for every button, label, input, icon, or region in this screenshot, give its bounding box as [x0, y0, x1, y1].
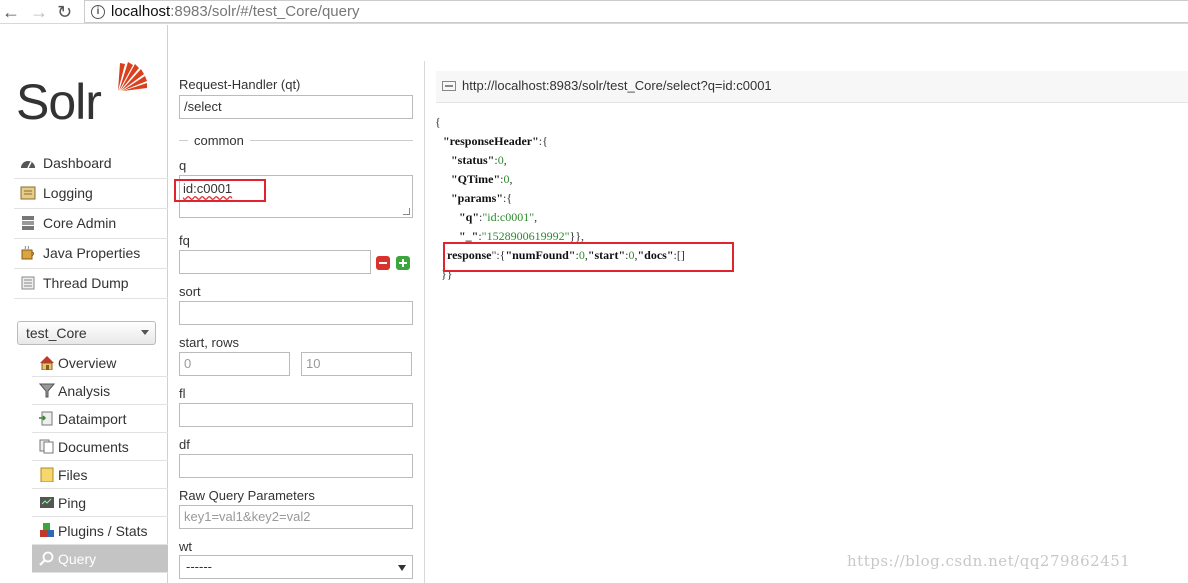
core-item-label: Plugins / Stats: [58, 523, 148, 539]
common-legend: common: [188, 133, 250, 148]
chevron-down-icon: [141, 330, 149, 335]
core-item-label: Dataimport: [58, 411, 127, 427]
dashboard-icon: [21, 161, 35, 169]
sidebar-item-label: Dashboard: [43, 155, 112, 171]
request-url-link[interactable]: http://localhost:8983/solr/test_Core/sel…: [462, 78, 772, 93]
reload-icon[interactable]: ↻: [57, 2, 72, 22]
handler-input[interactable]: /select: [179, 95, 413, 119]
documents-icon: [39, 439, 54, 454]
sidebar-item-java-properties[interactable]: Java Properties: [14, 239, 168, 269]
forward-arrow-icon[interactable]: →: [30, 2, 48, 22]
request-url-bar: http://localhost:8983/solr/test_Core/sel…: [436, 71, 1188, 103]
fq-label: fq: [179, 233, 190, 248]
main-menu: Dashboard Logging Core Admin Java Proper…: [14, 149, 168, 299]
sidebar-item-thread-dump[interactable]: Thread Dump: [14, 269, 168, 299]
core-item-label: Overview: [58, 355, 117, 371]
highlight-box-response: [443, 242, 734, 272]
start-rows-label: start, rows: [179, 335, 239, 350]
analysis-icon: [39, 383, 55, 398]
highlight-box-q: [174, 179, 266, 202]
json-line: "q":"id:c0001",: [459, 210, 538, 224]
q-label: q: [179, 158, 187, 173]
plugins-icon: [40, 523, 54, 537]
address-bar[interactable]: i localhost:8983/solr/#/test_Core/query: [84, 0, 1188, 23]
results-panel: http://localhost:8983/solr/test_Core/sel…: [426, 61, 1188, 583]
url-icon: [442, 81, 456, 91]
query-icon: [39, 551, 54, 566]
sort-label: sort: [179, 284, 201, 299]
address-url[interactable]: localhost:8983/solr/#/test_Core/query: [111, 3, 359, 20]
info-icon[interactable]: i: [91, 5, 105, 19]
logging-icon: [20, 186, 36, 200]
watermark: https://blog.csdn.net/qq279862451: [847, 552, 1131, 570]
json-line: "params":{: [451, 191, 513, 205]
thread-dump-icon: [21, 276, 35, 290]
raw-params-input[interactable]: key1=val1&key2=val2: [179, 505, 413, 529]
sidebar-item-label: Java Properties: [43, 245, 141, 261]
solr-logo[interactable]: Solr: [16, 59, 148, 130]
core-item-ping[interactable]: Ping: [32, 489, 168, 517]
browser-toolbar: ← → ↻ i localhost:8983/solr/#/test_Core/…: [0, 0, 1188, 24]
resize-handle-icon[interactable]: [403, 208, 410, 215]
core-selector-value: test_Core: [26, 325, 87, 341]
core-item-label: Ping: [58, 495, 87, 511]
sidebar: Solr Dashboard Logging Core Admin Java P…: [0, 25, 168, 583]
wt-value: ------: [186, 559, 212, 574]
core-admin-icon: [22, 216, 34, 230]
query-form: Request-Handler (qt) /select common q id…: [168, 61, 425, 583]
sidebar-item-label: Thread Dump: [43, 275, 129, 291]
sidebar-item-label: Core Admin: [43, 215, 117, 231]
raw-params-label: Raw Query Parameters: [179, 488, 315, 503]
core-item-label: Files: [58, 467, 88, 483]
sidebar-item-logging[interactable]: Logging: [14, 179, 168, 209]
handler-label: Request-Handler (qt): [179, 77, 301, 92]
core-item-plugins-stats[interactable]: Plugins / Stats: [32, 517, 168, 545]
dataimport-icon: [39, 411, 53, 426]
df-input[interactable]: [179, 454, 413, 478]
core-selector[interactable]: test_Core: [17, 321, 156, 345]
df-label: df: [179, 437, 190, 452]
sidebar-item-dashboard[interactable]: Dashboard: [14, 149, 168, 179]
core-item-analysis[interactable]: Analysis: [32, 377, 168, 405]
core-item-label: Query: [58, 551, 97, 567]
core-item-label: Documents: [58, 439, 129, 455]
rows-input[interactable]: 10: [301, 352, 412, 376]
chevron-down-icon: [398, 565, 406, 571]
files-icon: [40, 467, 54, 482]
json-line: "responseHeader":{: [443, 134, 548, 148]
json-line: "status":0,: [451, 153, 507, 167]
logo-text: Solr: [16, 74, 102, 130]
ping-icon: [40, 497, 54, 508]
core-item-query[interactable]: Query: [32, 545, 168, 573]
wt-select[interactable]: ------: [179, 555, 413, 579]
fl-input[interactable]: [179, 403, 413, 427]
core-item-documents[interactable]: Documents: [32, 433, 168, 461]
core-item-overview[interactable]: Overview: [32, 349, 168, 377]
solr-sun-icon: [118, 62, 147, 91]
wt-label: wt: [179, 539, 192, 554]
start-input[interactable]: 0: [179, 352, 290, 376]
core-item-label: Analysis: [58, 383, 111, 399]
back-arrow-icon[interactable]: ←: [2, 2, 20, 22]
sidebar-item-core-admin[interactable]: Core Admin: [14, 209, 168, 239]
sidebar-item-label: Logging: [43, 185, 93, 201]
remove-fq-button[interactable]: [376, 256, 390, 270]
fq-input[interactable]: [179, 250, 371, 274]
add-fq-button[interactable]: [396, 256, 410, 270]
json-line: "QTime":0,: [451, 172, 513, 186]
json-line: {: [435, 115, 441, 129]
java-properties-icon: [21, 246, 34, 260]
overview-icon: [40, 356, 54, 370]
core-menu: Overview Analysis Dataimport Documents F…: [32, 349, 168, 573]
sort-input[interactable]: [179, 301, 413, 325]
fl-label: fl: [179, 386, 186, 401]
core-item-files[interactable]: Files: [32, 461, 168, 489]
core-item-dataimport[interactable]: Dataimport: [32, 405, 168, 433]
